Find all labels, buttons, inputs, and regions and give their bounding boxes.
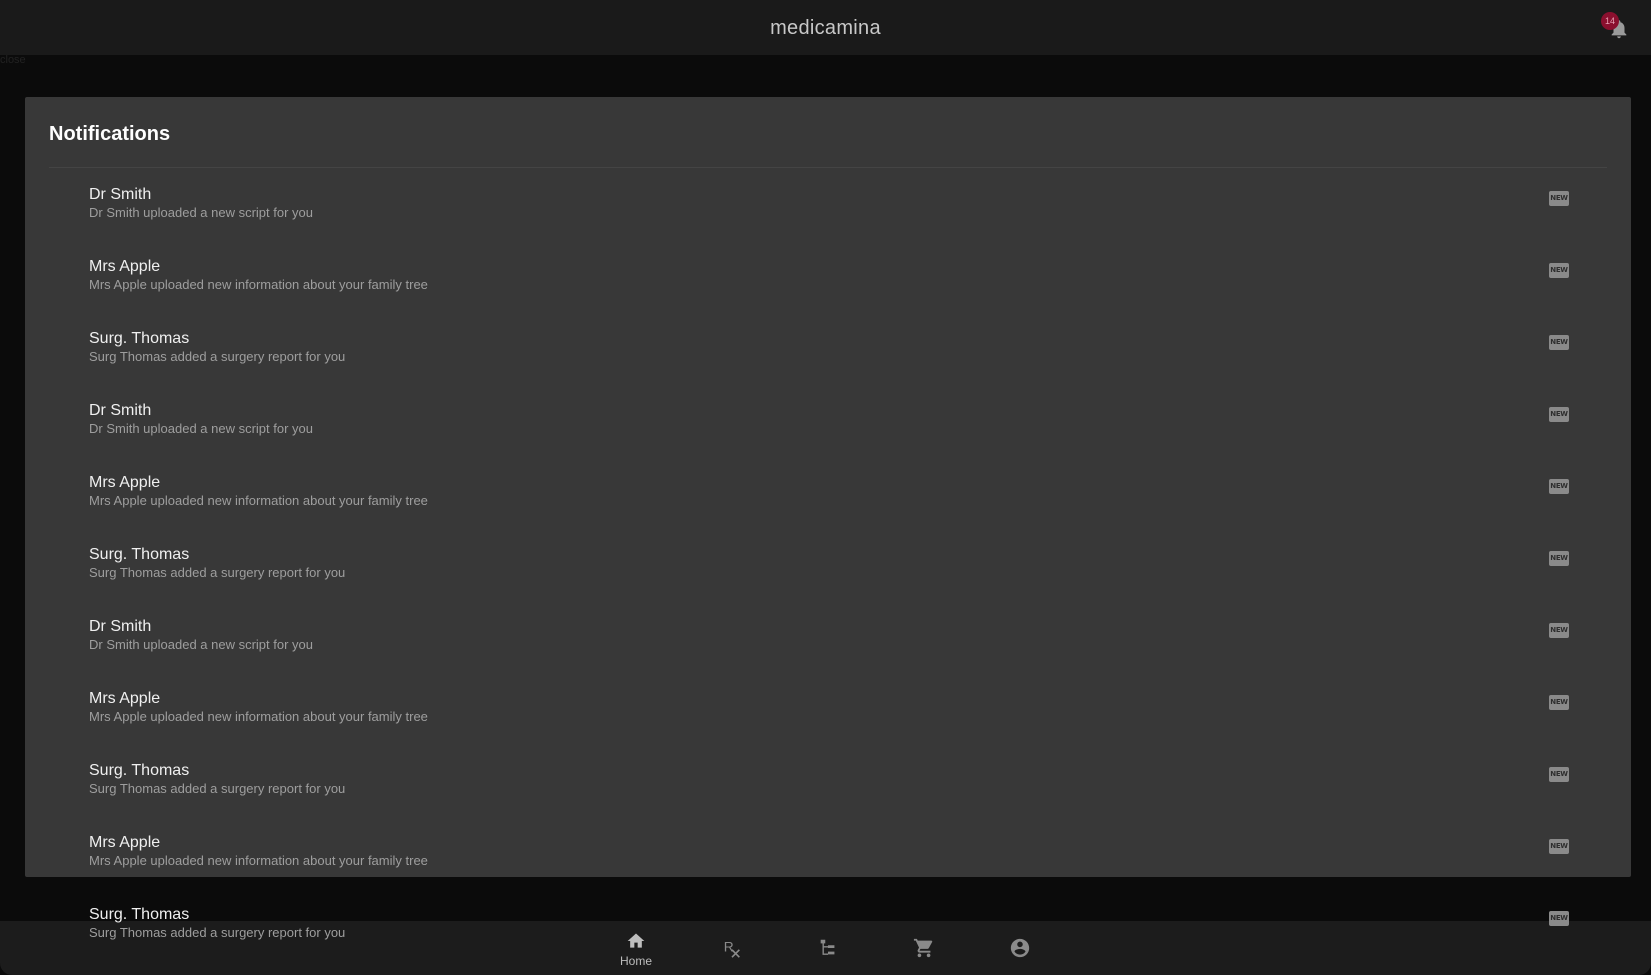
notification-sender: Surg. Thomas <box>89 762 190 779</box>
notification-item[interactable]: Mrs Apple Mrs Apple uploaded new informa… <box>89 834 1569 894</box>
notification-message: Mrs Apple uploaded new information about… <box>89 853 428 868</box>
notification-sender: Dr Smith <box>89 402 152 419</box>
notification-message: Surg Thomas added a surgery report for y… <box>89 565 346 580</box>
notification-message: Dr Smith uploaded a new script for you <box>89 637 313 652</box>
new-badge-icon: NEW <box>1549 623 1569 638</box>
notification-sender: Dr Smith <box>89 618 152 635</box>
new-badge-icon: NEW <box>1549 551 1569 566</box>
notification-item[interactable]: Mrs Apple Mrs Apple uploaded new informa… <box>89 474 1569 534</box>
new-badge-icon: NEW <box>1549 263 1569 278</box>
notification-message: Surg Thomas added a surgery report for y… <box>89 925 346 940</box>
app-root: medicamina 14 close Notifications Dr Smi… <box>0 0 1651 975</box>
notification-item[interactable]: Surg. Thomas Surg Thomas added a surgery… <box>89 762 1569 822</box>
panel-title: Notifications <box>49 123 171 145</box>
new-badge-icon: NEW <box>1549 767 1569 782</box>
panel-divider <box>49 167 1607 168</box>
notification-sender: Mrs Apple <box>89 474 161 491</box>
new-badge-icon: NEW <box>1549 479 1569 494</box>
notification-item[interactable]: Mrs Apple Mrs Apple uploaded new informa… <box>89 690 1569 750</box>
notification-item[interactable]: Surg. Thomas Surg Thomas added a surgery… <box>89 330 1569 390</box>
notification-sender: Surg. Thomas <box>89 906 190 923</box>
notification-message: Dr Smith uploaded a new script for you <box>89 421 313 436</box>
new-badge-icon: NEW <box>1549 407 1569 422</box>
notification-sender: Mrs Apple <box>89 834 161 851</box>
notification-message: Mrs Apple uploaded new information about… <box>89 709 428 724</box>
new-badge-icon: NEW <box>1549 839 1569 854</box>
new-badge-icon: NEW <box>1549 335 1569 350</box>
notification-sender: Dr Smith <box>89 186 152 203</box>
notification-sender: Mrs Apple <box>89 690 161 707</box>
notification-message: Dr Smith uploaded a new script for you <box>89 205 313 220</box>
notification-item[interactable]: Dr Smith Dr Smith uploaded a new script … <box>89 618 1569 678</box>
notification-sender: Mrs Apple <box>89 258 161 275</box>
notification-item[interactable]: Surg. Thomas Surg Thomas added a surgery… <box>89 906 1569 966</box>
notification-item[interactable]: Mrs Apple Mrs Apple uploaded new informa… <box>89 258 1569 318</box>
new-badge-icon: NEW <box>1549 695 1569 710</box>
notification-item[interactable]: Dr Smith Dr Smith uploaded a new script … <box>89 402 1569 462</box>
notification-count-badge: 14 <box>1601 12 1619 30</box>
notification-sender: Surg. Thomas <box>89 330 190 347</box>
notification-item[interactable]: Surg. Thomas Surg Thomas added a surgery… <box>89 546 1569 606</box>
notification-message: Mrs Apple uploaded new information about… <box>89 277 428 292</box>
close-label[interactable]: close <box>0 54 26 66</box>
notification-message: Surg Thomas added a surgery report for y… <box>89 349 346 364</box>
new-badge-icon: NEW <box>1549 911 1569 926</box>
new-badge-icon: NEW <box>1549 191 1569 206</box>
notification-message: Surg Thomas added a surgery report for y… <box>89 781 346 796</box>
notification-item[interactable]: Dr Smith Dr Smith uploaded a new script … <box>89 186 1569 246</box>
notifications-bell-button[interactable]: 14 <box>1601 12 1633 44</box>
notification-sender: Surg. Thomas <box>89 546 190 563</box>
top-app-bar: medicamina 14 <box>0 0 1651 55</box>
notification-message: Mrs Apple uploaded new information about… <box>89 493 428 508</box>
app-title: medicamina <box>770 17 881 39</box>
